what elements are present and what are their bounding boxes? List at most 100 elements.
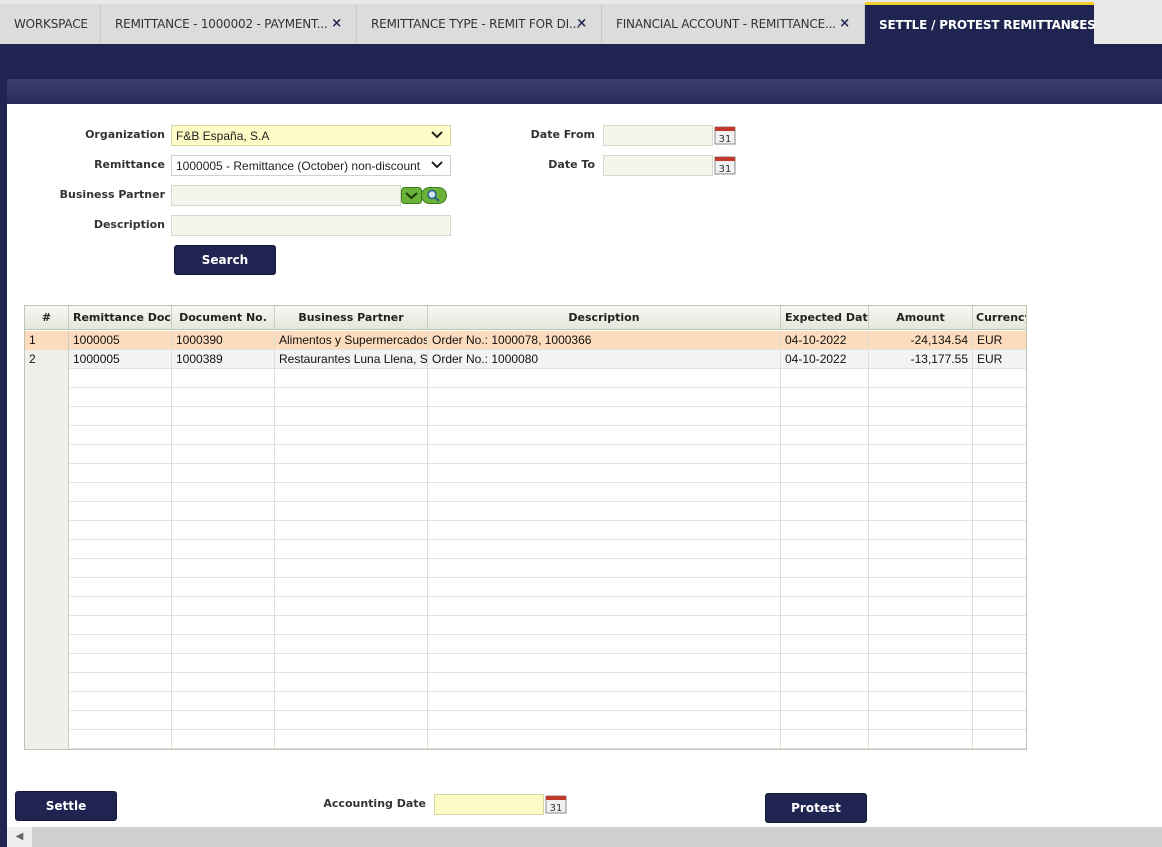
cell-remittance	[69, 711, 172, 730]
empty-table-row[interactable]	[25, 635, 1026, 654]
calendar-icon[interactable]: 31	[714, 125, 736, 145]
empty-table-row[interactable]	[25, 559, 1026, 578]
cell-amount	[869, 540, 973, 559]
calendar-icon[interactable]: 31	[545, 794, 567, 814]
empty-table-row[interactable]	[25, 445, 1026, 464]
column-header-description[interactable]: Description	[428, 306, 781, 330]
cell-document-no	[172, 597, 275, 616]
cell-amount	[869, 654, 973, 673]
cell-currency	[973, 578, 1026, 597]
magnifier-icon	[427, 189, 437, 200]
empty-table-row[interactable]	[25, 597, 1026, 616]
cell-business-partner	[275, 578, 428, 597]
cell-document-no	[172, 521, 275, 540]
cell-num: 1	[25, 331, 69, 350]
cell-description	[428, 730, 781, 749]
empty-table-row[interactable]	[25, 616, 1026, 635]
empty-table-row[interactable]	[25, 407, 1026, 426]
remittance-select[interactable]: 1000005 - Remittance (October) non-disco…	[171, 155, 451, 176]
close-icon[interactable]: ×	[331, 16, 342, 31]
accounting-date-label: Accounting Date	[323, 797, 426, 810]
cell-business-partner	[275, 407, 428, 426]
tab-settle-protest-remittances[interactable]: SETTLE / PROTEST REMITTANCES ×	[865, 2, 1096, 44]
calendar-icon[interactable]: 31	[714, 155, 736, 175]
business-partner-label: Business Partner	[59, 188, 165, 201]
empty-table-row[interactable]	[25, 369, 1026, 388]
cell-document-no: 1000389	[172, 350, 275, 369]
cell-business-partner	[275, 730, 428, 749]
cell-amount	[869, 483, 973, 502]
cell-num	[25, 635, 69, 654]
tab-label: SETTLE / PROTEST REMITTANCES	[879, 17, 1096, 32]
empty-table-row[interactable]	[25, 711, 1026, 730]
empty-table-row[interactable]	[25, 654, 1026, 673]
tab-remittance-payment[interactable]: REMITTANCE - 1000002 - PAYMENT... ×	[101, 4, 357, 44]
cell-amount: -13,177.55	[869, 350, 973, 369]
accounting-date-input[interactable]	[434, 794, 544, 815]
empty-table-row[interactable]	[25, 730, 1026, 749]
column-header-amount[interactable]: Amount	[869, 306, 973, 330]
empty-table-row[interactable]	[25, 426, 1026, 445]
cell-expected-date	[781, 369, 869, 388]
cell-document-no	[172, 388, 275, 407]
column-header-currency[interactable]: Currency	[973, 306, 1026, 330]
tab-label: REMITTANCE TYPE - REMIT FOR DI...	[371, 17, 580, 31]
empty-table-row[interactable]	[25, 464, 1026, 483]
cell-currency	[973, 426, 1026, 445]
column-header-row-number[interactable]: #	[25, 306, 69, 330]
empty-table-row[interactable]	[25, 483, 1026, 502]
table-row[interactable]: 1 1000005 1000390 Alimentos y Supermercados…	[25, 331, 1026, 350]
settle-button[interactable]: Settle	[15, 791, 117, 821]
close-icon[interactable]: ×	[839, 16, 850, 31]
search-button[interactable]: Search	[174, 245, 276, 275]
empty-table-row[interactable]	[25, 692, 1026, 711]
empty-table-row[interactable]	[25, 521, 1026, 540]
column-header-document-no[interactable]: Document No.	[172, 306, 275, 330]
business-partner-input[interactable]	[171, 185, 401, 206]
dropdown-button[interactable]	[401, 187, 422, 204]
tab-workspace[interactable]: WORKSPACE	[0, 4, 101, 44]
cell-expected-date: 04-10-2022	[781, 350, 869, 369]
close-icon[interactable]: ×	[1069, 18, 1080, 33]
empty-table-row[interactable]	[25, 388, 1026, 407]
calendar-glyph: 31	[719, 134, 732, 145]
column-header-expected-date[interactable]: Expected Date	[781, 306, 869, 330]
cell-amount	[869, 407, 973, 426]
cell-document-no	[172, 464, 275, 483]
cell-amount	[869, 464, 973, 483]
protest-button[interactable]: Protest	[765, 793, 867, 823]
cell-expected-date	[781, 464, 869, 483]
column-header-remittance-document[interactable]: Remittance Docu	[69, 306, 172, 330]
close-icon[interactable]: ×	[576, 16, 587, 31]
empty-table-row[interactable]	[25, 540, 1026, 559]
cell-remittance	[69, 597, 172, 616]
cell-amount	[869, 502, 973, 521]
empty-table-row[interactable]	[25, 578, 1026, 597]
cell-currency	[973, 521, 1026, 540]
cell-description	[428, 692, 781, 711]
column-header-business-partner[interactable]: Business Partner	[275, 306, 428, 330]
cell-amount	[869, 521, 973, 540]
table-row[interactable]: 2 1000005 1000389 Restaurantes Luna Llena, …	[25, 350, 1026, 369]
scroll-left-arrow-icon[interactable]: ◀	[7, 827, 32, 847]
cell-business-partner: Restaurantes Luna Llena, S	[275, 350, 428, 369]
cell-expected-date	[781, 711, 869, 730]
window-subheader	[0, 79, 1162, 104]
tab-financial-account[interactable]: FINANCIAL ACCOUNT - REMITTANCE... ×	[602, 4, 865, 44]
description-input[interactable]	[171, 215, 451, 236]
cell-business-partner	[275, 597, 428, 616]
cell-remittance	[69, 540, 172, 559]
empty-table-row[interactable]	[25, 502, 1026, 521]
date-from-input[interactable]	[603, 125, 713, 146]
cell-description	[428, 483, 781, 502]
empty-table-row[interactable]	[25, 673, 1026, 692]
tab-remittance-type[interactable]: REMITTANCE TYPE - REMIT FOR DI... ×	[357, 4, 602, 44]
cell-currency	[973, 369, 1026, 388]
horizontal-scrollbar[interactable]: ◀	[7, 827, 1162, 847]
cell-description	[428, 673, 781, 692]
cell-business-partner	[275, 426, 428, 445]
date-to-input[interactable]	[603, 155, 713, 176]
cell-business-partner: Alimentos y Supermercados	[275, 331, 428, 350]
cell-document-no: 1000390	[172, 331, 275, 350]
organization-select[interactable]: F&B España, S.A	[171, 125, 451, 146]
